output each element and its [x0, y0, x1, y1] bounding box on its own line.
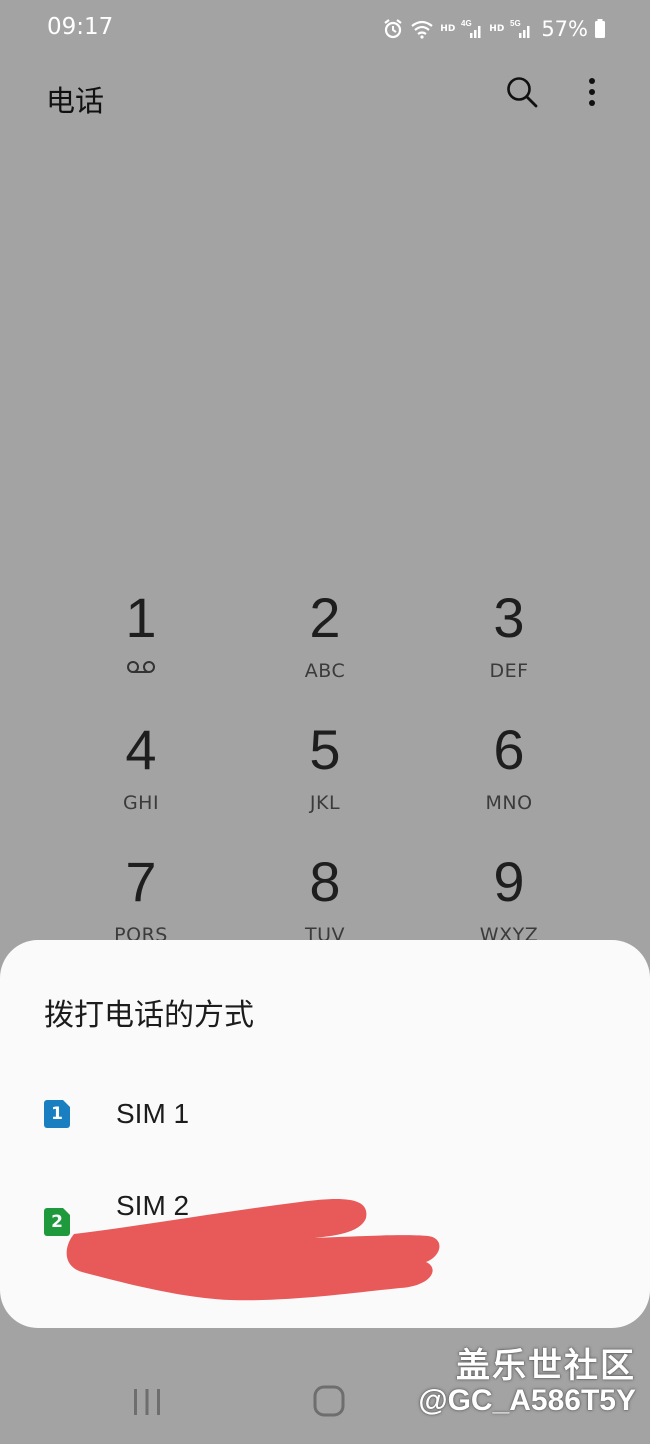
app-bar: 电话 [0, 58, 650, 138]
sim-1-option[interactable]: 1 SIM 1 [0, 1074, 650, 1154]
recents-icon[interactable] [132, 1388, 162, 1416]
key-letters: MNO [485, 792, 533, 814]
watermark-title: 盖乐世社区 [456, 1347, 636, 1385]
hd-badge-2: HD [489, 24, 505, 34]
key-digit: 2 [309, 586, 341, 649]
svg-text:5G: 5G [510, 19, 521, 28]
home-icon[interactable] [313, 1385, 345, 1417]
more-options-button[interactable] [572, 72, 612, 116]
page-title: 电话 [46, 84, 105, 118]
status-time: 09:17 [47, 14, 114, 40]
key-digit: 7 [125, 850, 157, 913]
search-button[interactable] [500, 72, 544, 116]
key-digit: 8 [309, 850, 341, 913]
key-letters: GHI [122, 792, 160, 814]
svg-text:4G: 4G [461, 19, 472, 28]
key-6[interactable]: 6 MNO [417, 722, 601, 842]
key-digit: 1 [125, 586, 157, 649]
key-letters: JKL [309, 792, 341, 814]
key-1[interactable]: 1 [49, 590, 233, 710]
key-2[interactable]: 2 ABC [233, 590, 417, 710]
key-digit: 4 [125, 718, 157, 781]
key-digit: 5 [309, 718, 341, 781]
wifi-icon [410, 19, 434, 39]
battery-percent: 57% [541, 17, 588, 41]
redaction-scribble [66, 1199, 440, 1301]
key-digit: 6 [493, 718, 525, 781]
key-letters: DEF [489, 660, 529, 682]
signal-4g-icon: 4G [461, 18, 483, 40]
key-5[interactable]: 5 JKL [233, 722, 417, 842]
key-digit: 9 [493, 850, 525, 913]
more-vert-icon [588, 77, 596, 111]
signal-5g-icon: 5G [510, 18, 532, 40]
hd-badge: HD [440, 24, 456, 34]
sim-1-label: SIM 1 [116, 1098, 190, 1129]
voicemail-icon [49, 660, 233, 674]
key-digit: 3 [493, 586, 525, 649]
status-icons: HD 4G HD 5G 57% [382, 14, 606, 44]
search-icon [505, 75, 539, 113]
sim-1-icon: 1 [44, 1100, 70, 1128]
key-4[interactable]: 4 GHI [49, 722, 233, 842]
alarm-icon [382, 18, 404, 40]
battery-icon [594, 19, 606, 39]
key-3[interactable]: 3 DEF [417, 590, 601, 710]
dialog-title: 拨打电话的方式 [44, 998, 254, 1033]
watermark-handle: @GC_A586T5Y [418, 1384, 636, 1417]
status-bar: 09:17 HD 4G HD 5G 57% [0, 0, 650, 58]
key-letters: ABC [304, 660, 346, 682]
